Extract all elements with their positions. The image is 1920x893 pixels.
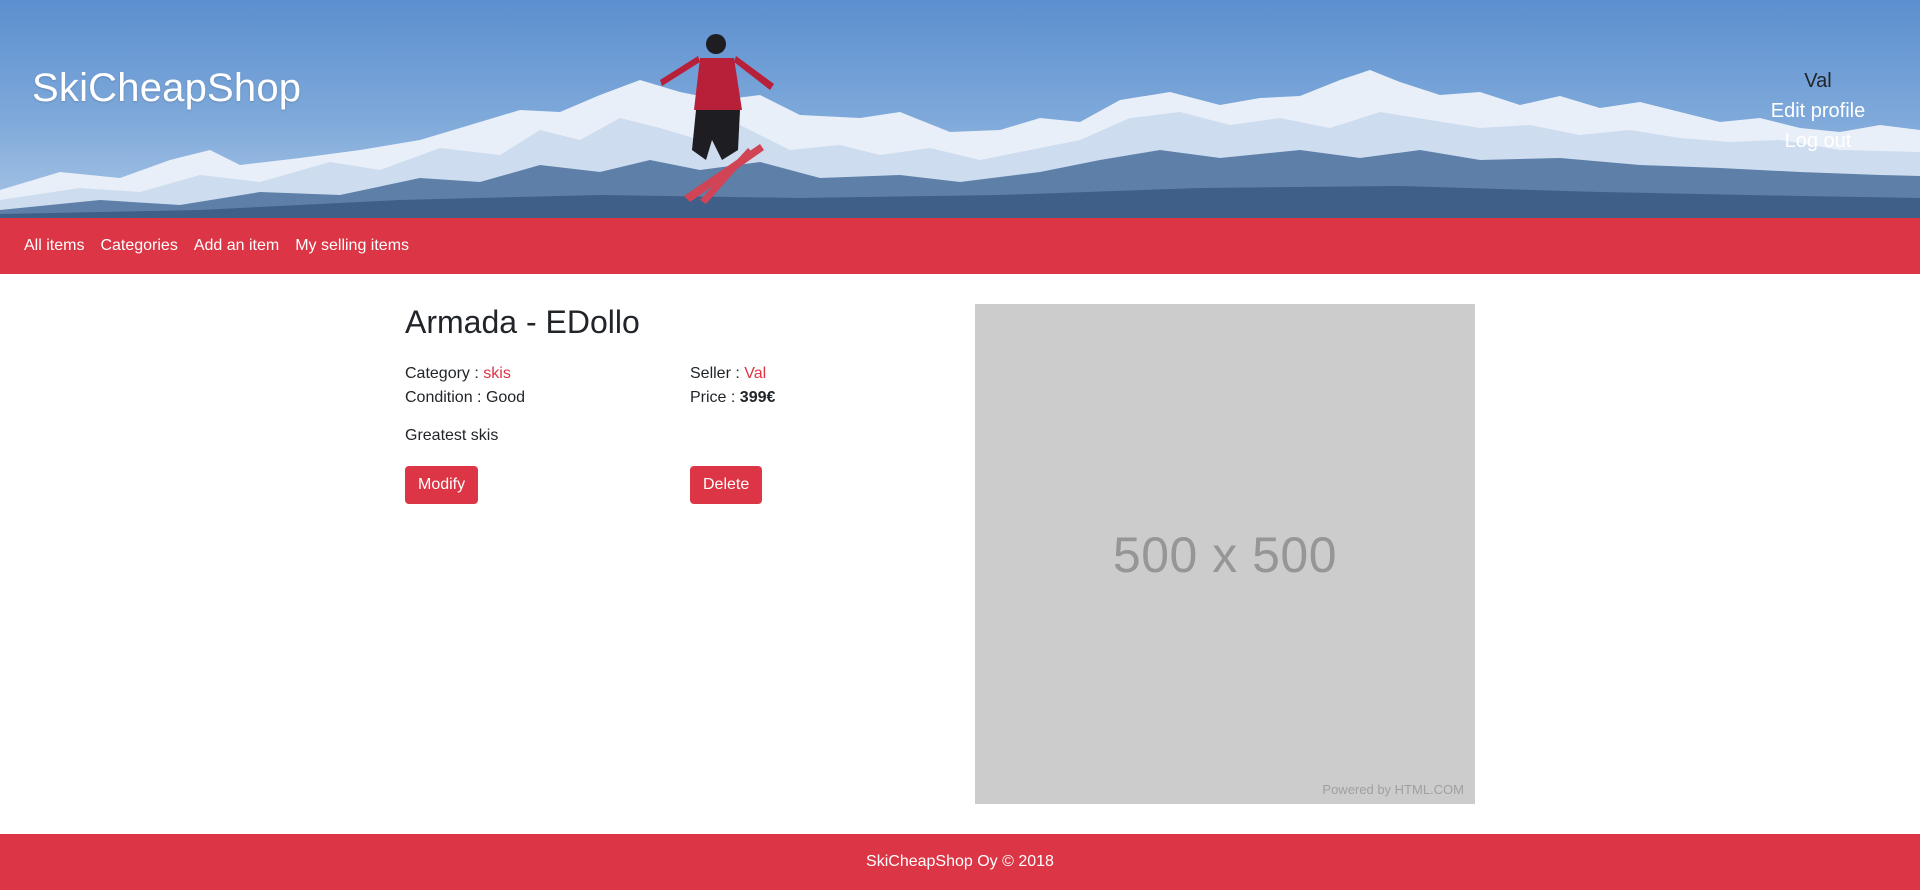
edit-profile-link[interactable]: Edit profile	[1748, 96, 1888, 126]
seller-link[interactable]: Val	[744, 365, 766, 382]
category-link[interactable]: skis	[483, 365, 511, 382]
condition-label: Condition :	[405, 389, 486, 406]
item-image-placeholder: 500 x 500 Powered by HTML.COM	[975, 304, 1475, 804]
log-out-link[interactable]: Log out	[1748, 126, 1888, 156]
site-title-link[interactable]: SkiCheapShop	[32, 66, 301, 111]
price-value: 399€	[739, 389, 776, 406]
item-title: Armada - EDollo	[405, 304, 640, 340]
nav-categories[interactable]: Categories	[100, 237, 177, 255]
condition-row: Condition : Good	[405, 386, 525, 410]
modify-button[interactable]: Modify	[405, 466, 479, 504]
delete-button[interactable]: Delete	[690, 466, 763, 504]
item-info-right: Seller : Val Price : 399€	[690, 362, 775, 410]
placeholder-dimensions-text: 500 x 500	[1112, 527, 1338, 583]
user-menu: Val Edit profile Log out	[1748, 66, 1888, 156]
powered-by-text: Powered by HTML.COM	[1322, 782, 1464, 797]
header-banner: SkiCheapShop Val Edit profile Log out	[0, 0, 1920, 218]
username-label: Val	[1804, 70, 1832, 92]
category-row: Category : skis	[405, 362, 525, 386]
category-label: Category :	[405, 365, 484, 382]
condition-value: Good	[485, 389, 526, 406]
price-label: Price :	[690, 389, 740, 406]
nav-my-selling-items[interactable]: My selling items	[295, 237, 409, 255]
item-info-left: Category : skis Condition : Good	[405, 362, 525, 410]
nav-all-items[interactable]: All items	[24, 237, 84, 255]
footer-copyright: SkiCheapShop Oy © 2018	[866, 853, 1054, 870]
seller-label: Seller :	[690, 365, 745, 382]
price-row: Price : 399€	[690, 386, 775, 410]
seller-row: Seller : Val	[690, 362, 775, 386]
main-navbar: All items Categories Add an item My sell…	[0, 218, 1920, 274]
page-footer: SkiCheapShop Oy © 2018	[0, 834, 1920, 890]
nav-add-item[interactable]: Add an item	[194, 237, 279, 255]
item-description: Greatest skis	[405, 427, 499, 444]
